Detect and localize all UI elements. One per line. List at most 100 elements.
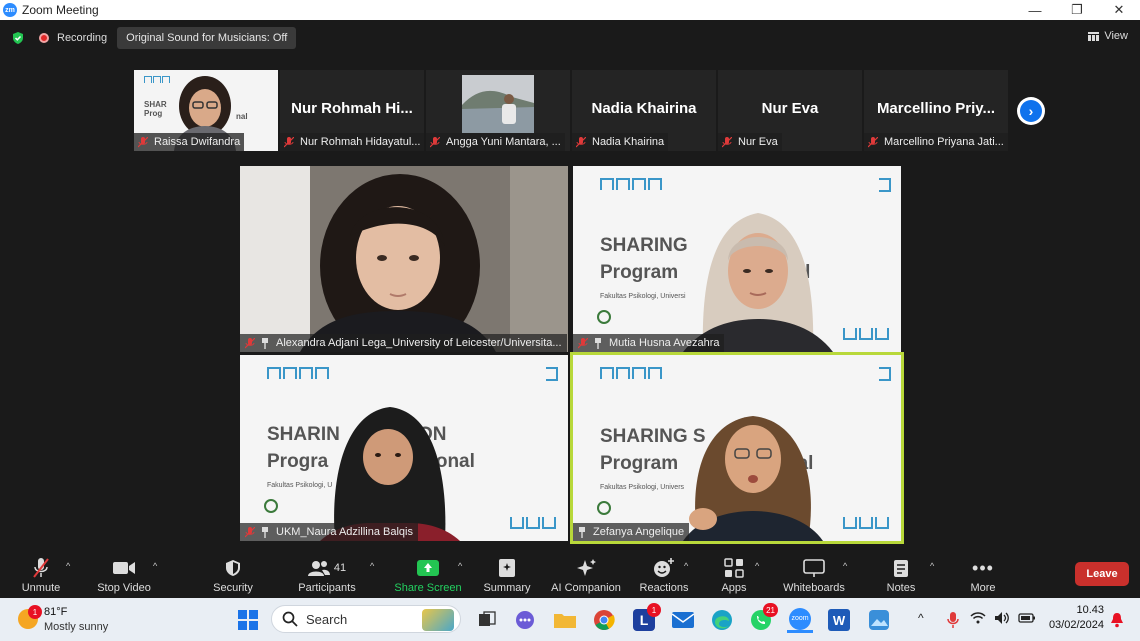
task-view-icon	[479, 611, 496, 626]
strip-tile[interactable]: Nur Eva Nur Eva	[718, 70, 862, 151]
original-sound-toggle[interactable]: Original Sound for Musicians: Off	[117, 27, 297, 49]
more-button[interactable]: ••• More	[962, 552, 1004, 598]
video-tile-active-speaker[interactable]: SHARING SProgram nal Fakultas Psikologi,…	[570, 352, 904, 544]
stop-video-button[interactable]: Stop Video	[92, 552, 156, 598]
taskbar-app-whatsapp[interactable]: 21	[748, 603, 778, 633]
slide-pattern	[843, 517, 889, 529]
participants-label: Participants	[298, 582, 356, 594]
apps-options-caret[interactable]: ^	[755, 561, 759, 571]
participant-name-label: Marcellino Priyana Jati...	[864, 133, 1008, 151]
slide-corner-pattern	[546, 367, 558, 381]
taskbar-app-l[interactable]: L1	[631, 603, 661, 633]
chevron-right-icon: ›	[1020, 100, 1042, 122]
chrome-icon	[594, 610, 615, 630]
restore-button[interactable]: ❐	[1056, 0, 1098, 20]
zoom-taskbar-icon: zoom	[789, 607, 811, 630]
participant-strip: SHAR Prog nal Raissa Dwifandra Nur Rohmah…	[134, 70, 1008, 151]
clock-time: 10.43	[1076, 604, 1104, 616]
participants-icon	[307, 561, 330, 576]
taskbar-app-chat[interactable]	[512, 607, 538, 633]
minimize-button[interactable]: —	[1014, 0, 1056, 20]
video-tile[interactable]: Alexandra Adjani Lega_University of Leic…	[240, 166, 568, 352]
taskbar-app-chrome[interactable]	[591, 607, 617, 633]
task-view-button[interactable]	[474, 607, 500, 633]
security-shield-icon[interactable]	[11, 31, 25, 45]
l-app-badge: 1	[647, 603, 661, 617]
grid-view-icon	[1088, 31, 1100, 41]
more-label: More	[970, 582, 996, 594]
video-tile[interactable]: SHARINGProgram nal Fakultas Psikologi, U…	[573, 166, 901, 352]
notes-options-caret[interactable]: ^	[930, 561, 934, 571]
wifi-icon	[970, 612, 986, 624]
share-screen-button[interactable]: Share Screen	[394, 552, 462, 598]
next-page-button[interactable]: ›	[1017, 97, 1045, 125]
show-hidden-icons-button[interactable]: ^	[918, 611, 924, 625]
reactions-button[interactable]: Reactions	[636, 552, 692, 598]
start-button[interactable]	[235, 607, 261, 633]
mic-muted-icon	[33, 558, 49, 578]
reactions-options-caret[interactable]: ^	[684, 561, 688, 571]
pin-icon	[579, 526, 585, 538]
apps-button[interactable]: Apps	[714, 552, 754, 598]
notes-button[interactable]: Notes	[880, 552, 922, 598]
taskbar-app-zoom[interactable]: zoom	[787, 607, 813, 633]
window-titlebar: zm Zoom Meeting — ❐ ✕	[0, 0, 1140, 20]
slide-text: SHARING Program	[600, 235, 688, 283]
strip-tile[interactable]: Angga Yuni Mantara, ...	[426, 70, 570, 151]
participant-name-label: Angga Yuni Mantara, ...	[426, 133, 565, 151]
word-icon: W	[828, 609, 850, 631]
chat-app-icon	[516, 611, 534, 629]
share-options-caret[interactable]: ^	[458, 561, 462, 571]
taskbar-app-word[interactable]: W	[826, 607, 852, 633]
ai-companion-label: AI Companion	[551, 582, 621, 594]
close-button[interactable]: ✕	[1098, 0, 1140, 20]
microphone-icon	[947, 612, 959, 628]
search-highlight-icon	[422, 609, 454, 631]
participants-options-caret[interactable]: ^	[370, 561, 374, 571]
security-button[interactable]: Security	[208, 552, 258, 598]
weather-widget[interactable]: 1 81°F Mostly sunny	[16, 604, 116, 636]
taskbar-app-mail[interactable]	[670, 607, 696, 633]
reactions-emoji-icon	[654, 558, 674, 577]
taskbar-app-file-explorer[interactable]	[552, 607, 578, 633]
audio-options-caret[interactable]: ^	[66, 561, 70, 571]
window-title: Zoom Meeting	[22, 3, 99, 17]
pin-icon	[262, 337, 268, 349]
summary-button[interactable]: Summary	[480, 552, 534, 598]
video-tile[interactable]: SHARIN Progra ON sional Fakultas Psikolog…	[240, 355, 568, 541]
system-tray[interactable]	[970, 611, 1036, 625]
clock[interactable]: 10.43 03/02/2024	[1044, 604, 1104, 631]
mic-muted-icon	[138, 136, 148, 147]
strip-tile[interactable]: Marcellino Priy... Marcellino Priyana Ja…	[864, 70, 1008, 151]
notes-icon	[894, 560, 908, 577]
security-shield-icon	[226, 560, 240, 576]
leave-button[interactable]: Leave	[1075, 562, 1129, 586]
recording-indicator[interactable]: Recording	[39, 32, 107, 44]
microphone-in-use-button[interactable]	[940, 607, 966, 633]
video-options-caret[interactable]: ^	[153, 561, 157, 571]
strip-tile[interactable]: Nur Rohmah Hi... Nur Rohmah Hidayatul...	[280, 70, 424, 151]
taskbar-search[interactable]: Search	[271, 605, 461, 633]
view-label: View	[1104, 30, 1128, 42]
participants-button[interactable]: 41 Participants	[294, 552, 360, 598]
ai-companion-button[interactable]: AI Companion	[548, 552, 624, 598]
slide-small-text: Fakultas Psikologi, Univers	[600, 484, 685, 491]
mic-muted-icon	[430, 136, 440, 147]
zoom-app-icon: zm	[3, 3, 17, 17]
strip-tile[interactable]: Nadia Khairina Nadia Khairina	[572, 70, 716, 151]
video-camera-icon	[113, 562, 135, 574]
view-button[interactable]: View	[1088, 30, 1128, 42]
whiteboards-button[interactable]: Whiteboards	[780, 552, 848, 598]
mic-muted-icon	[578, 337, 588, 348]
mic-muted-icon	[245, 526, 255, 537]
notifications-button[interactable]	[1104, 607, 1130, 633]
taskbar-app-photos[interactable]	[866, 607, 892, 633]
taskbar-app-edge[interactable]	[709, 607, 735, 633]
whiteboards-options-caret[interactable]: ^	[843, 561, 847, 571]
unmute-button[interactable]: Unmute	[14, 552, 68, 598]
photos-icon	[869, 610, 889, 630]
strip-tile[interactable]: SHAR Prog nal Raissa Dwifandra	[134, 70, 278, 151]
participant-name-label: UKM_Naura Adzillina Balqis	[240, 523, 418, 541]
windows-logo-icon	[238, 610, 258, 630]
slide-pattern	[510, 517, 556, 529]
